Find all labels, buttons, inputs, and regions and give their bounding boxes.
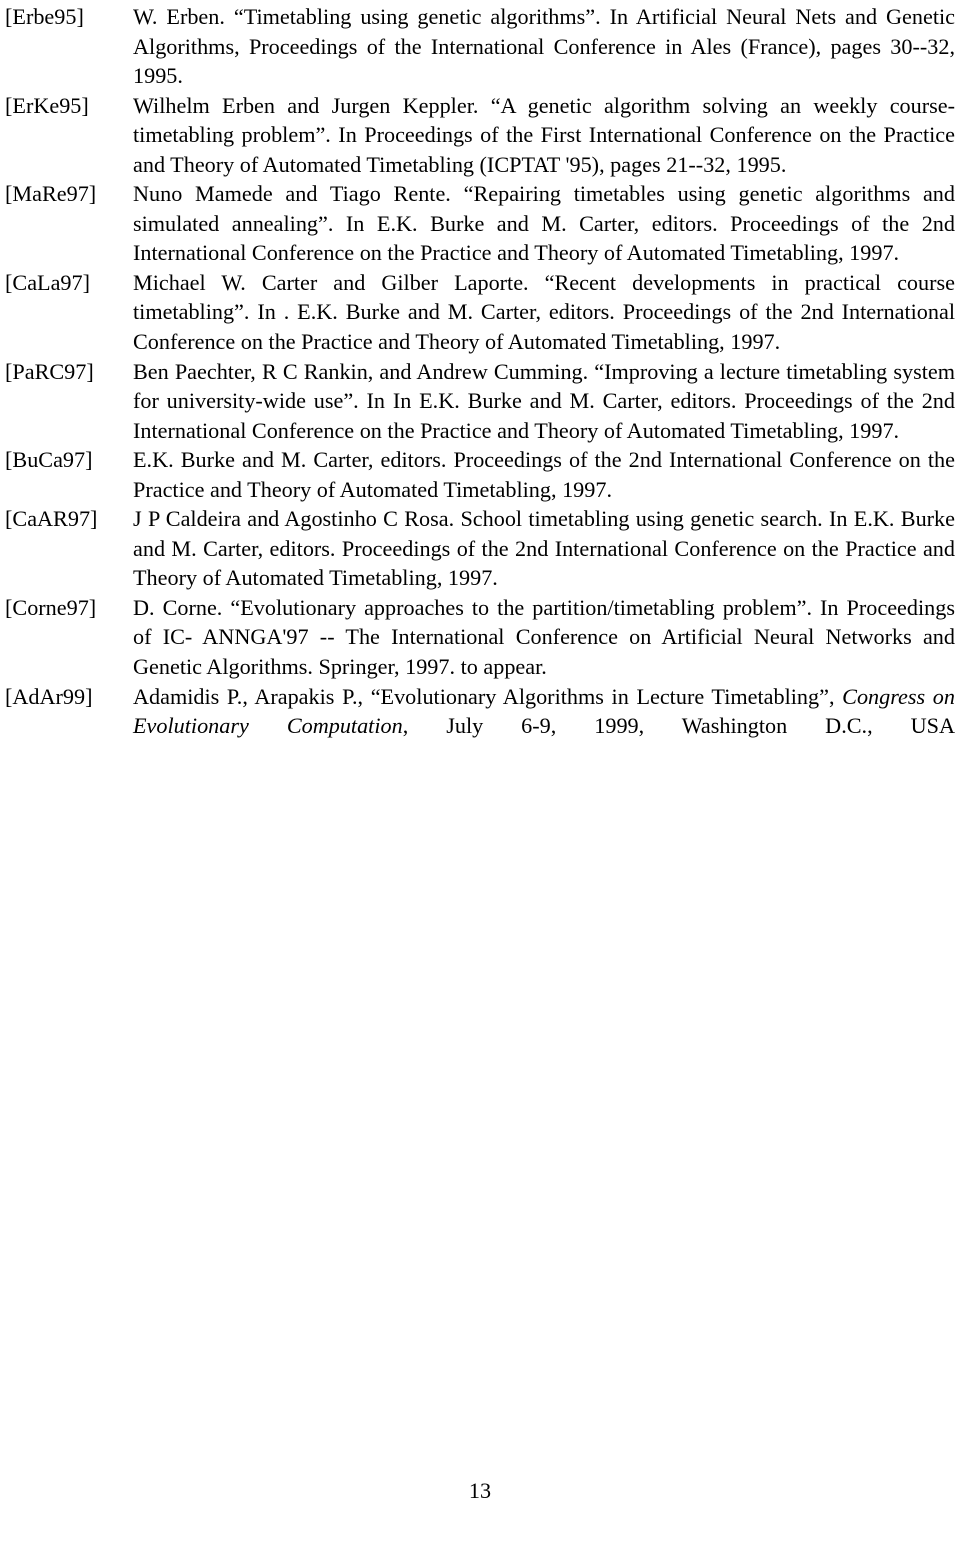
reference-text: Wilhelm Erben and Jurgen Keppler. “A gen…: [133, 92, 955, 177]
reference-label: [PaRC97]: [5, 358, 94, 384]
reference-label: [CaAR97]: [5, 506, 98, 532]
reference-entry-buca97: [BuCa97] E.K. Burke and M. Carter, edito…: [5, 445, 955, 504]
reference-entry-erbe95: [Erbe95] W. Erben. “Timetabling using ge…: [5, 2, 955, 91]
reference-text-part-2: , July 6-9, 1999, Washington D.C., USA: [402, 713, 955, 739]
reference-text: J P Caldeira and Agostinho C Rosa. Schoo…: [133, 506, 955, 591]
reference-label: [BuCa97]: [5, 447, 93, 473]
reference-entry-adar99: [AdAr99] Adamidis P., Arapakis P., “Evol…: [5, 682, 955, 771]
reference-label: [AdAr99]: [5, 683, 93, 709]
reference-entry-mare97: [MaRe97] Nuno Mamede and Tiago Rente. “R…: [5, 179, 955, 268]
reference-list: [Erbe95] W. Erben. “Timetabling using ge…: [5, 2, 955, 770]
document-page: [Erbe95] W. Erben. “Timetabling using ge…: [0, 0, 960, 1543]
page-number: 13: [468, 1478, 492, 1503]
reference-entry-corne97: [Corne97] D. Corne. “Evolutionary approa…: [5, 593, 955, 682]
reference-text-part-1: Adamidis P., Arapakis P., “Evolutionary …: [133, 683, 843, 709]
reference-text: Ben Paechter, R C Rankin, and Andrew Cum…: [133, 358, 955, 443]
reference-entry-erke95: [ErKe95] Wilhelm Erben and Jurgen Kepple…: [5, 91, 955, 180]
reference-label: [CaLa97]: [5, 269, 91, 295]
reference-text: Adamidis P., Arapakis P., “Evolutionary …: [133, 682, 955, 771]
reference-entry-caar97: [CaAR97] J P Caldeira and Agostinho C Ro…: [5, 504, 955, 593]
reference-label: [MaRe97]: [5, 181, 97, 207]
reference-entry-parc97: [PaRC97] Ben Paechter, R C Rankin, and A…: [5, 357, 955, 446]
reference-text: D. Corne. “Evolutionary approaches to th…: [133, 594, 955, 680]
reference-text: Michael W. Carter and Gilber Laporte. “R…: [133, 269, 955, 355]
reference-text: W. Erben. “Timetabling using genetic alg…: [133, 4, 955, 89]
reference-label: [Corne97]: [5, 594, 97, 620]
reference-entry-cala97: [CaLa97] Michael W. Carter and Gilber La…: [5, 268, 955, 357]
reference-text: Nuno Mamede and Tiago Rente. “Repairing …: [133, 181, 955, 266]
reference-label: [Erbe95]: [5, 4, 84, 29]
reference-label: [ErKe95]: [5, 92, 89, 118]
reference-text: E.K. Burke and M. Carter, editors. Proce…: [133, 447, 955, 502]
